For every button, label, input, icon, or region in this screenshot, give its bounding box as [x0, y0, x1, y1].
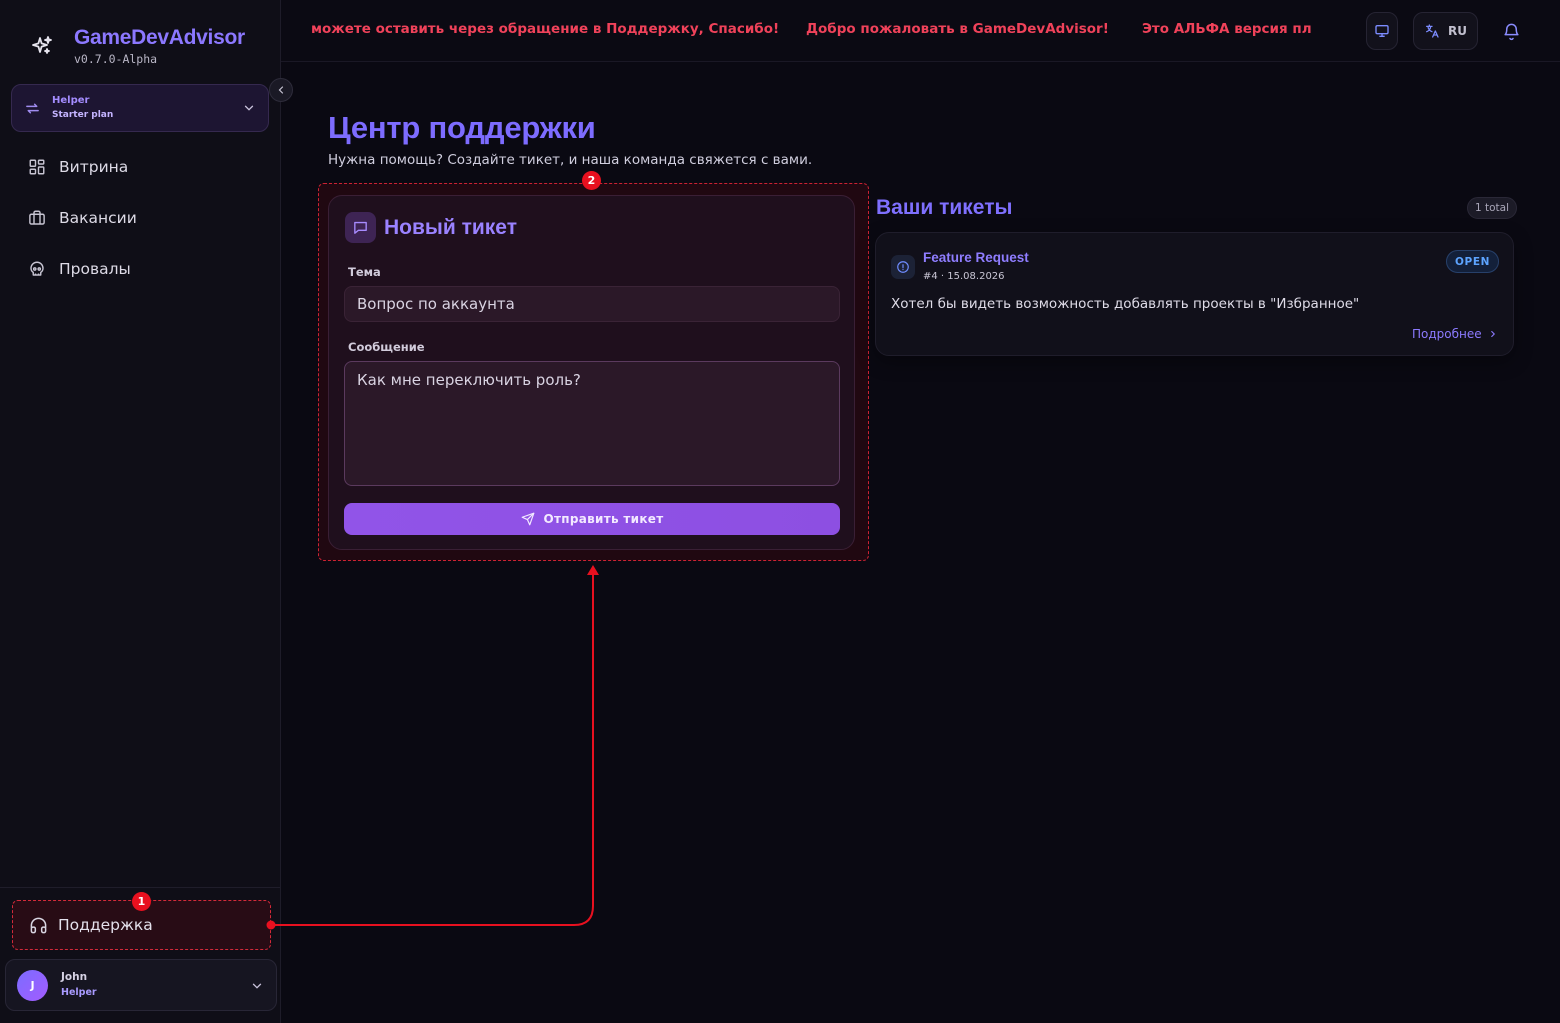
new-ticket-form: Новый тикет Тема Сообщение Как мне перек…: [328, 195, 855, 550]
annotation-badge: 2: [582, 171, 601, 190]
page-title: Центр поддержки: [328, 110, 596, 145]
info-circle-icon: [891, 255, 915, 279]
sidebar-item-label: Вакансии: [59, 209, 137, 227]
skull-icon: [28, 260, 46, 278]
switch-arrows-icon: [24, 100, 41, 117]
plan-role: Helper: [52, 95, 90, 106]
avatar: J: [17, 969, 48, 1001]
user-menu[interactable]: J John Helper: [5, 959, 277, 1011]
user-role: Helper: [61, 987, 97, 998]
status-badge: OPEN: [1446, 250, 1499, 273]
submit-ticket-label: Отправить тикет: [543, 512, 664, 526]
chevron-right-icon: [1488, 329, 1498, 339]
language-code: RU: [1448, 24, 1467, 38]
bell-icon: [1502, 22, 1521, 41]
sparkles-icon: [30, 34, 54, 58]
topic-label: Тема: [348, 265, 381, 279]
ticket-details-link[interactable]: Подробнее: [1412, 327, 1498, 341]
brand-name: GameDevAdvisor: [74, 26, 245, 49]
tickets-count-badge: 1 total: [1467, 197, 1518, 219]
collapse-sidebar-button[interactable]: [269, 78, 293, 102]
sidebar-item-label: Провалы: [59, 260, 131, 278]
announcement-text: можете оставить через обращение в Поддер…: [311, 21, 780, 37]
announcement-ticker: можете оставить через обращение в Поддер…: [311, 21, 1311, 43]
brand-version: v0.7.0-Alpha: [74, 52, 158, 66]
ticket-meta: #4 · 15.08.2026: [923, 271, 1005, 282]
monitor-icon: [1374, 23, 1390, 39]
details-label: Подробнее: [1412, 327, 1482, 341]
notifications-button[interactable]: [1498, 12, 1524, 50]
message-textarea[interactable]: Как мне переключить роль?: [344, 361, 840, 486]
ticket-card[interactable]: Feature Request #4 · 15.08.2026 OPEN Хот…: [875, 232, 1514, 356]
chevron-down-icon: [250, 979, 264, 993]
grid-icon: [28, 158, 46, 176]
user-name: John: [61, 971, 88, 983]
display-mode-button[interactable]: [1366, 12, 1398, 50]
language-switcher[interactable]: RU: [1413, 12, 1478, 50]
annotation-badge: 1: [132, 892, 151, 911]
topic-input[interactable]: [344, 286, 840, 322]
sidebar-item-failures[interactable]: Провалы: [28, 257, 131, 281]
sidebar-item-label: Витрина: [59, 158, 129, 176]
ticket-body: Хотел бы видеть возможность добавлять пр…: [891, 296, 1360, 312]
tickets-title: Ваши тикеты: [876, 196, 1013, 219]
announcement-text: Это АЛЬФА версия плат: [1142, 21, 1311, 37]
send-icon: [521, 512, 535, 526]
headphones-icon: [29, 916, 48, 935]
ticket-title: Feature Request: [923, 250, 1029, 265]
sidebar-item-vacancies[interactable]: Вакансии: [28, 206, 137, 230]
page-subtitle: Нужна помощь? Создайте тикет, и наша ком…: [328, 152, 813, 168]
announcement-text: Добро пожаловать в GameDevAdvisor!: [806, 21, 1109, 37]
message-label: Сообщение: [348, 340, 425, 354]
chevron-down-icon: [242, 101, 256, 115]
plan-switcher[interactable]: Helper Starter plan: [11, 84, 269, 132]
topbar: можете оставить через обращение в Поддер…: [281, 0, 1560, 62]
submit-ticket-button[interactable]: Отправить тикет: [344, 503, 840, 535]
translate-icon: [1424, 23, 1440, 39]
chevron-left-icon: [275, 84, 287, 96]
divider: [0, 887, 280, 888]
briefcase-icon: [28, 209, 46, 227]
sidebar-item-showcase[interactable]: Витрина: [28, 155, 128, 179]
message-square-icon: [345, 212, 376, 243]
form-title: Новый тикет: [384, 215, 517, 239]
sidebar: GameDevAdvisor v0.7.0-Alpha Helper Start…: [0, 0, 281, 1023]
brand-logo[interactable]: GameDevAdvisor v0.7.0-Alpha: [30, 26, 245, 66]
sidebar-item-label: Поддержка: [58, 916, 153, 934]
plan-name: Starter plan: [52, 110, 114, 120]
